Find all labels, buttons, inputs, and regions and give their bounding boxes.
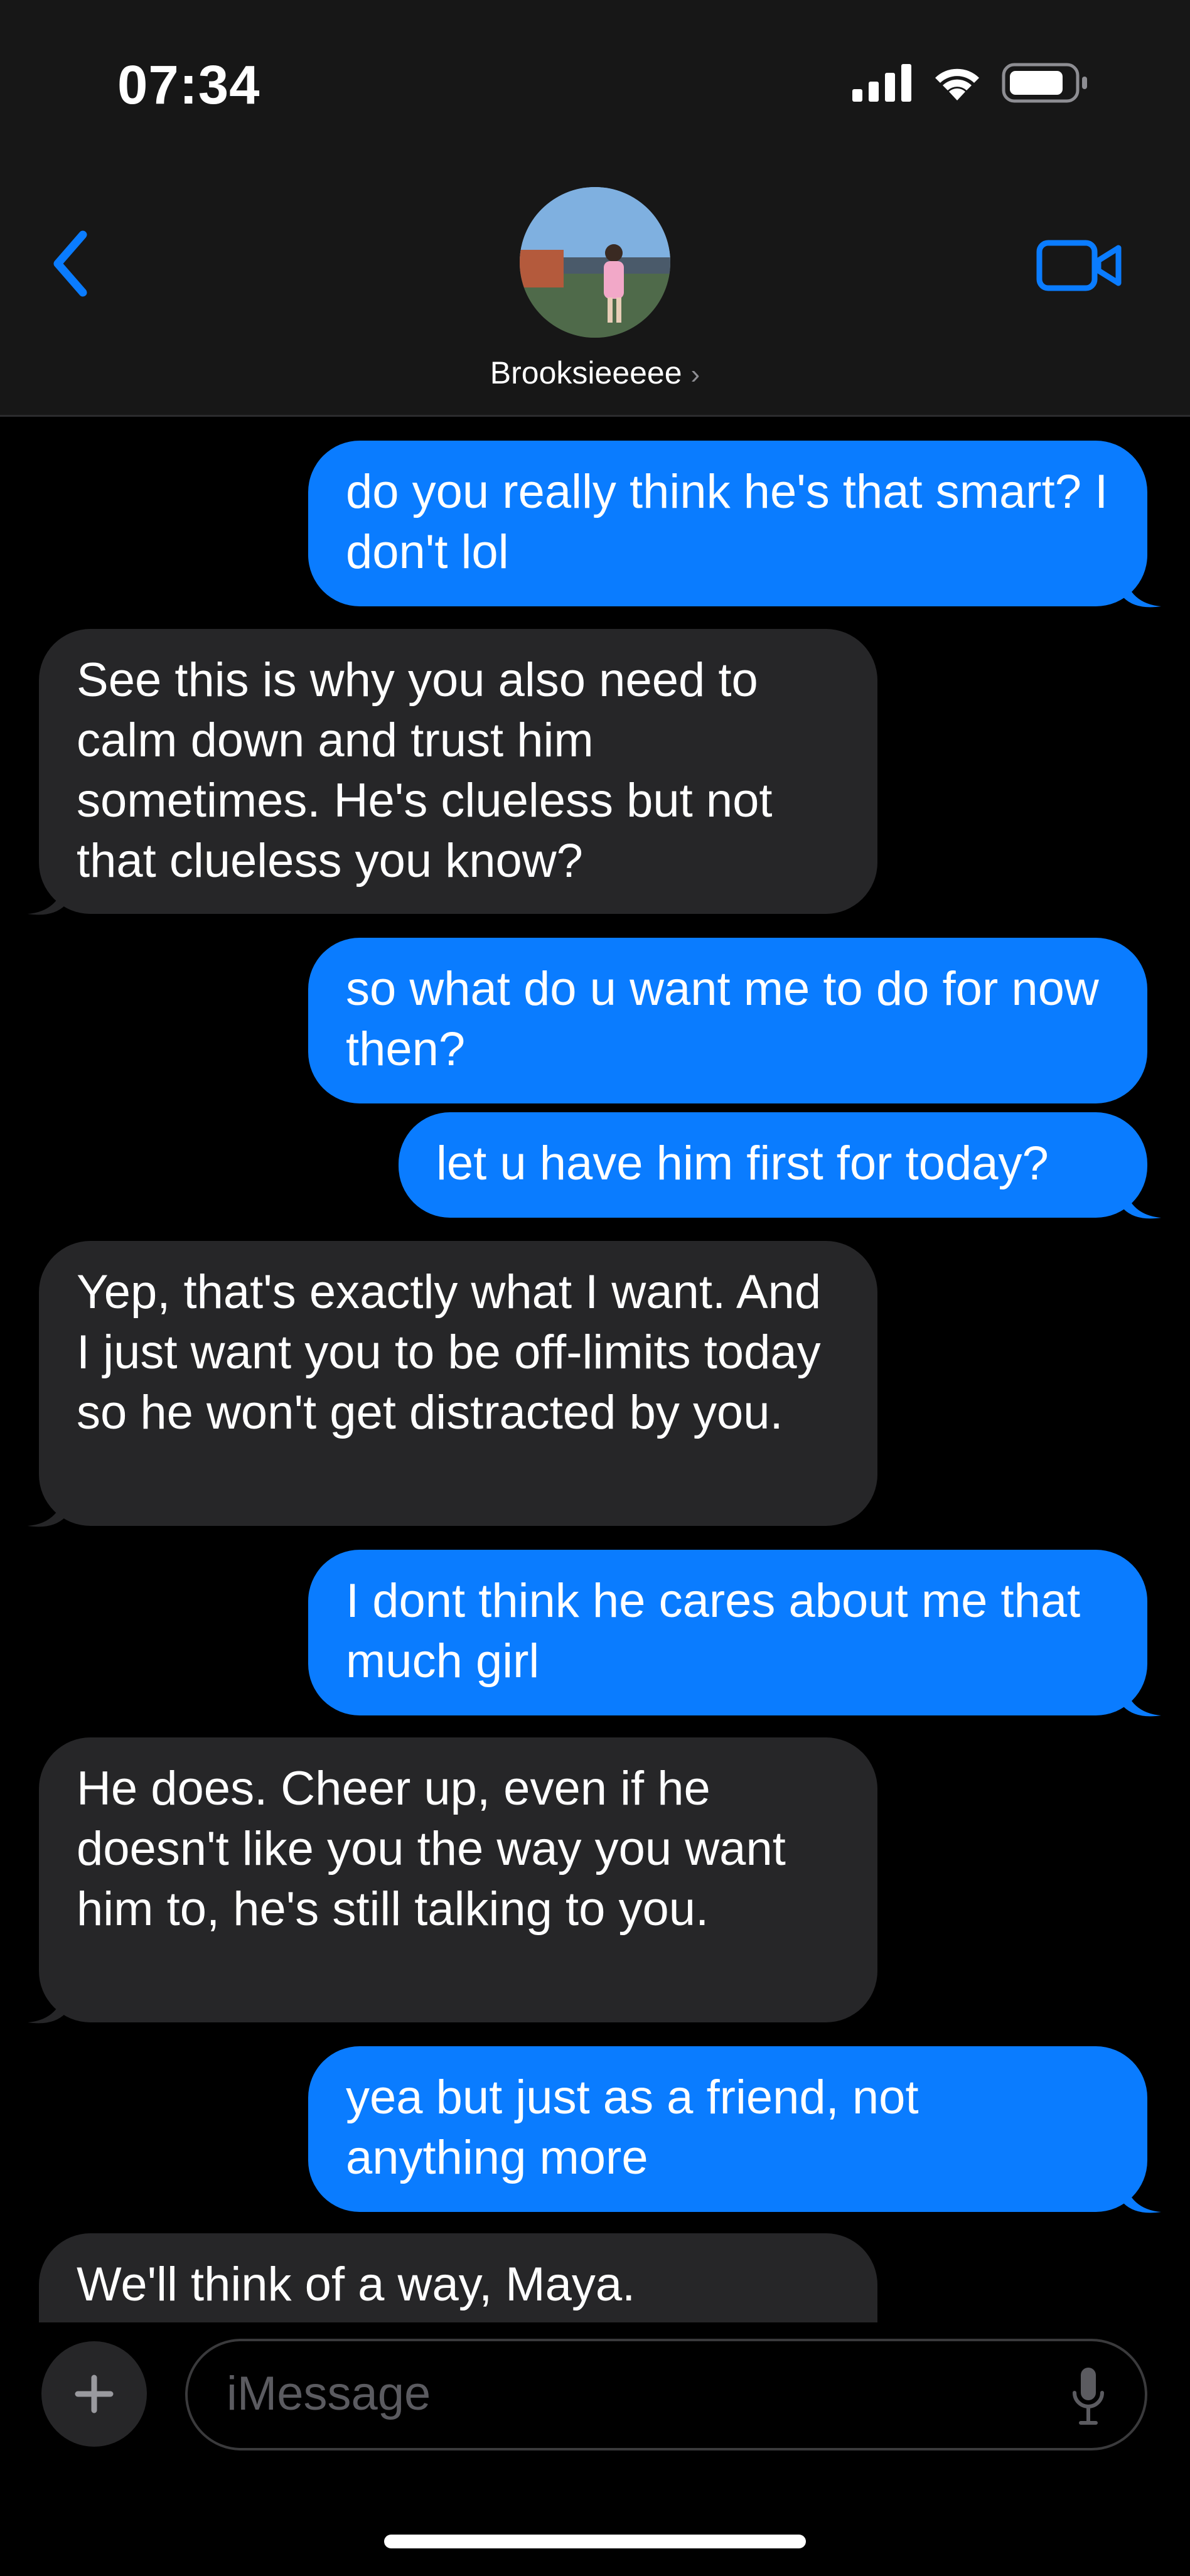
bubble-tail: [1123, 2178, 1161, 2213]
message-text: yea but just as a friend, not anything m…: [346, 2071, 919, 2184]
plus-button[interactable]: [41, 2341, 147, 2447]
video-camera-icon[interactable]: [1036, 235, 1123, 295]
sent-message-bubble[interactable]: so what do u want me to do for now then?: [308, 938, 1147, 1103]
received-message-bubble[interactable]: We'll think of a way, Maya.: [39, 2233, 877, 2322]
home-indicator[interactable]: [384, 2535, 806, 2548]
status-time: 07:34: [117, 55, 260, 115]
message-input-placeholder: iMessage: [227, 2367, 431, 2420]
bubble-tail: [1123, 1184, 1161, 1219]
message-text: so what do u want me to do for now then?: [346, 962, 1099, 1076]
message-text: We'll think of a way, Maya.: [77, 2258, 636, 2311]
message-text: He does. Cheer up, even if he doesn't li…: [77, 1762, 786, 1936]
message-text: Yep, that's exactly what I want. And I j…: [77, 1265, 822, 1439]
chevron-right-icon: ›: [690, 359, 700, 390]
back-chevron-icon[interactable]: [44, 226, 100, 301]
message-text: do you really think he's that smart? I d…: [346, 465, 1108, 579]
bubble-tail: [28, 1988, 65, 2024]
message-thread[interactable]: do you really think he's that smart? I d…: [0, 417, 1190, 2322]
bubble-tail: [28, 1492, 65, 1527]
sent-message-bubble[interactable]: yea but just as a friend, not anything m…: [308, 2046, 1147, 2212]
bubble-tail: [28, 880, 65, 915]
received-message-bubble[interactable]: He does. Cheer up, even if he doesn't li…: [39, 1737, 877, 2022]
sent-message-bubble[interactable]: let u have him first for today?: [399, 1112, 1147, 1218]
wifi-icon: [935, 68, 979, 100]
received-message-bubble[interactable]: Yep, that's exactly what I want. And I j…: [39, 1241, 877, 1526]
status-icons: [852, 63, 1090, 103]
signal-icon: [852, 64, 911, 102]
contact-avatar[interactable]: [520, 187, 670, 338]
avatar-photo: [520, 187, 670, 338]
battery-icon: [1002, 63, 1087, 103]
sent-message-bubble[interactable]: do you really think he's that smart? I d…: [308, 441, 1147, 606]
message-text: let u have him first for today?: [436, 1137, 1049, 1190]
message-text: I dont think he cares about me that much…: [346, 1574, 1081, 1688]
plus-icon: [75, 2375, 114, 2413]
bubble-tail: [1123, 572, 1161, 608]
message-input[interactable]: iMessage: [185, 2339, 1147, 2450]
microphone-icon[interactable]: [1069, 2365, 1107, 2428]
bubble-tail: [1123, 1682, 1161, 1717]
contact-name-label: Brooksieeeee: [490, 355, 682, 390]
received-message-bubble[interactable]: See this is why you also need to calm do…: [39, 629, 877, 914]
sent-message-bubble[interactable]: I dont think he cares about me that much…: [308, 1550, 1147, 1715]
message-text: See this is why you also need to calm do…: [77, 653, 773, 888]
contact-name[interactable]: Brooksieeeee ›: [0, 355, 1190, 391]
